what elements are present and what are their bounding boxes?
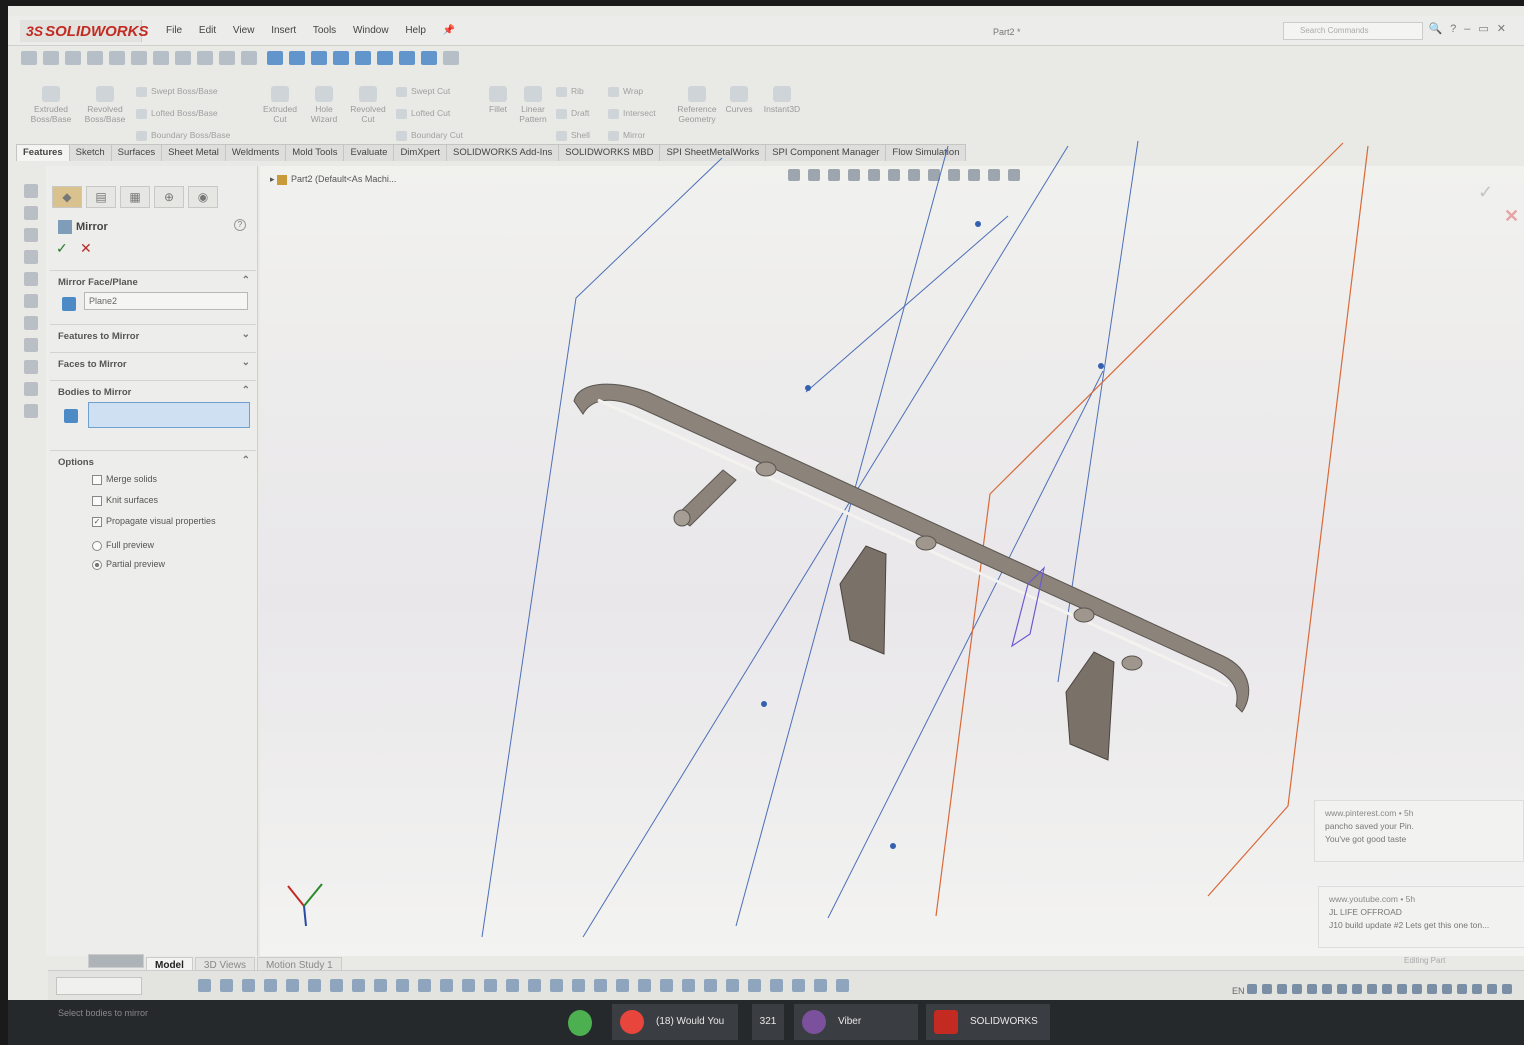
plane-edge <box>805 215 1009 393</box>
status-editing: Editing Part <box>1404 956 1446 965</box>
pattern-icon[interactable] <box>418 979 431 992</box>
line-icon[interactable] <box>220 979 233 992</box>
tab-scroll-arrows[interactable] <box>88 954 144 968</box>
plane-edge <box>735 145 949 927</box>
system-tray: EN <box>1232 984 1517 996</box>
language-indicator[interactable]: EN <box>1232 986 1245 996</box>
notification-line: pancho saved your Pin. <box>1325 821 1414 831</box>
windows-taskbar: Select bodies to mirror (18) Would You D… <box>8 1000 1524 1045</box>
notification-line: J10 build update #2 Lets get this one to… <box>1329 920 1490 930</box>
smart-dimension-icon[interactable] <box>836 979 849 992</box>
mirror-entities-icon[interactable] <box>396 979 409 992</box>
ellipse-icon[interactable] <box>770 979 783 992</box>
notification-line: You've got good taste <box>1325 834 1407 844</box>
fillet-sketch-icon[interactable] <box>484 979 497 992</box>
polygon-icon[interactable] <box>748 979 761 992</box>
scale-icon[interactable] <box>616 979 629 992</box>
calendar-icon: 321 <box>759 1016 777 1027</box>
taskbar-calendar[interactable]: 321 <box>752 1004 784 1040</box>
taskbar-chrome[interactable]: (18) Would You D... <box>612 1004 738 1040</box>
tray-icon[interactable] <box>1472 984 1483 994</box>
offset-icon[interactable] <box>374 979 387 992</box>
slot-icon[interactable] <box>726 979 739 992</box>
convert-icon[interactable] <box>528 979 541 992</box>
notification-line: JL LIFE OFFROAD <box>1329 907 1402 917</box>
extend-icon[interactable] <box>550 979 563 992</box>
chamfer-icon[interactable] <box>506 979 519 992</box>
rock-slider-body[interactable] <box>573 383 1250 761</box>
text-icon[interactable] <box>682 979 695 992</box>
solidworks-window: 3S SOLIDWORKS File Edit View Insert Tools… <box>8 6 1524 1045</box>
chrome-icon <box>620 1010 644 1034</box>
plane-handle[interactable] <box>761 701 767 707</box>
coordinate-triad <box>287 883 323 927</box>
toolbar-dropdown[interactable] <box>56 977 142 995</box>
model-viewport <box>287 140 1369 938</box>
tray-icon[interactable] <box>1502 984 1513 994</box>
rectangle-icon[interactable] <box>242 979 255 992</box>
tray-icon[interactable] <box>1427 984 1438 994</box>
plane-outline <box>481 157 723 938</box>
circle-icon[interactable] <box>264 979 277 992</box>
arc-icon[interactable] <box>286 979 299 992</box>
tray-icon[interactable] <box>1277 984 1288 994</box>
mirror-plane-edge <box>1207 145 1369 897</box>
rotate-icon[interactable] <box>594 979 607 992</box>
plane-handle[interactable] <box>975 221 981 227</box>
notification-source: www.youtube.com • 5h <box>1329 894 1416 904</box>
plane-sketch-icon[interactable] <box>792 979 805 992</box>
tray-icon[interactable] <box>1307 984 1318 994</box>
trim-icon[interactable] <box>352 979 365 992</box>
taskbar-viber[interactable]: Viber +359876262... <box>794 1004 918 1040</box>
notification-source: www.pinterest.com • 5h <box>1325 808 1414 818</box>
plane-edge <box>582 145 1069 938</box>
tray-icon[interactable] <box>1487 984 1498 994</box>
utorrent-taskbar-icon[interactable] <box>568 1010 592 1036</box>
tray-icon[interactable] <box>1247 984 1258 994</box>
plane-handle[interactable] <box>890 843 896 849</box>
status-prompt: Select bodies to mirror <box>58 1008 149 1018</box>
notification-youtube[interactable]: www.youtube.com • 5h JL LIFE OFFROAD J10… <box>1318 886 1524 948</box>
tray-icon[interactable] <box>1337 984 1348 994</box>
viber-icon <box>802 1010 826 1034</box>
stretch-icon[interactable] <box>660 979 673 992</box>
taskbar-solidworks[interactable]: SOLIDWORKS Pre... <box>926 1004 1050 1040</box>
tray-icon[interactable] <box>1457 984 1468 994</box>
tray-icon[interactable] <box>1442 984 1453 994</box>
dimension-icon[interactable] <box>440 979 453 992</box>
centerline-icon[interactable] <box>704 979 717 992</box>
tray-icon[interactable] <box>1262 984 1273 994</box>
tray-icon[interactable] <box>1382 984 1393 994</box>
tray-icon[interactable] <box>1412 984 1423 994</box>
notification-pinterest[interactable]: www.pinterest.com • 5h pancho saved your… <box>1314 800 1524 862</box>
relation-icon[interactable] <box>462 979 475 992</box>
plane-handle[interactable] <box>1098 363 1104 369</box>
point-icon[interactable] <box>330 979 343 992</box>
select-icon[interactable] <box>198 979 211 992</box>
spline-icon[interactable] <box>308 979 321 992</box>
tray-icon[interactable] <box>1292 984 1303 994</box>
mirror-plane <box>935 142 1344 917</box>
plane-handle[interactable] <box>805 385 811 391</box>
tray-icon[interactable] <box>1352 984 1363 994</box>
tray-icon[interactable] <box>1397 984 1408 994</box>
solidworks-icon <box>934 1010 958 1034</box>
taskbar-label: Viber +359876262... <box>838 1016 862 1027</box>
3d-sketch-icon[interactable] <box>814 979 827 992</box>
copy-icon[interactable] <box>638 979 651 992</box>
taskbar-label: (18) Would You D... <box>656 1016 725 1027</box>
taskbar-label: SOLIDWORKS Pre... <box>970 1016 1038 1027</box>
move-icon[interactable] <box>572 979 585 992</box>
tray-icon[interactable] <box>1367 984 1378 994</box>
tray-icon[interactable] <box>1322 984 1333 994</box>
bottom-toolbar-icons <box>198 979 858 997</box>
